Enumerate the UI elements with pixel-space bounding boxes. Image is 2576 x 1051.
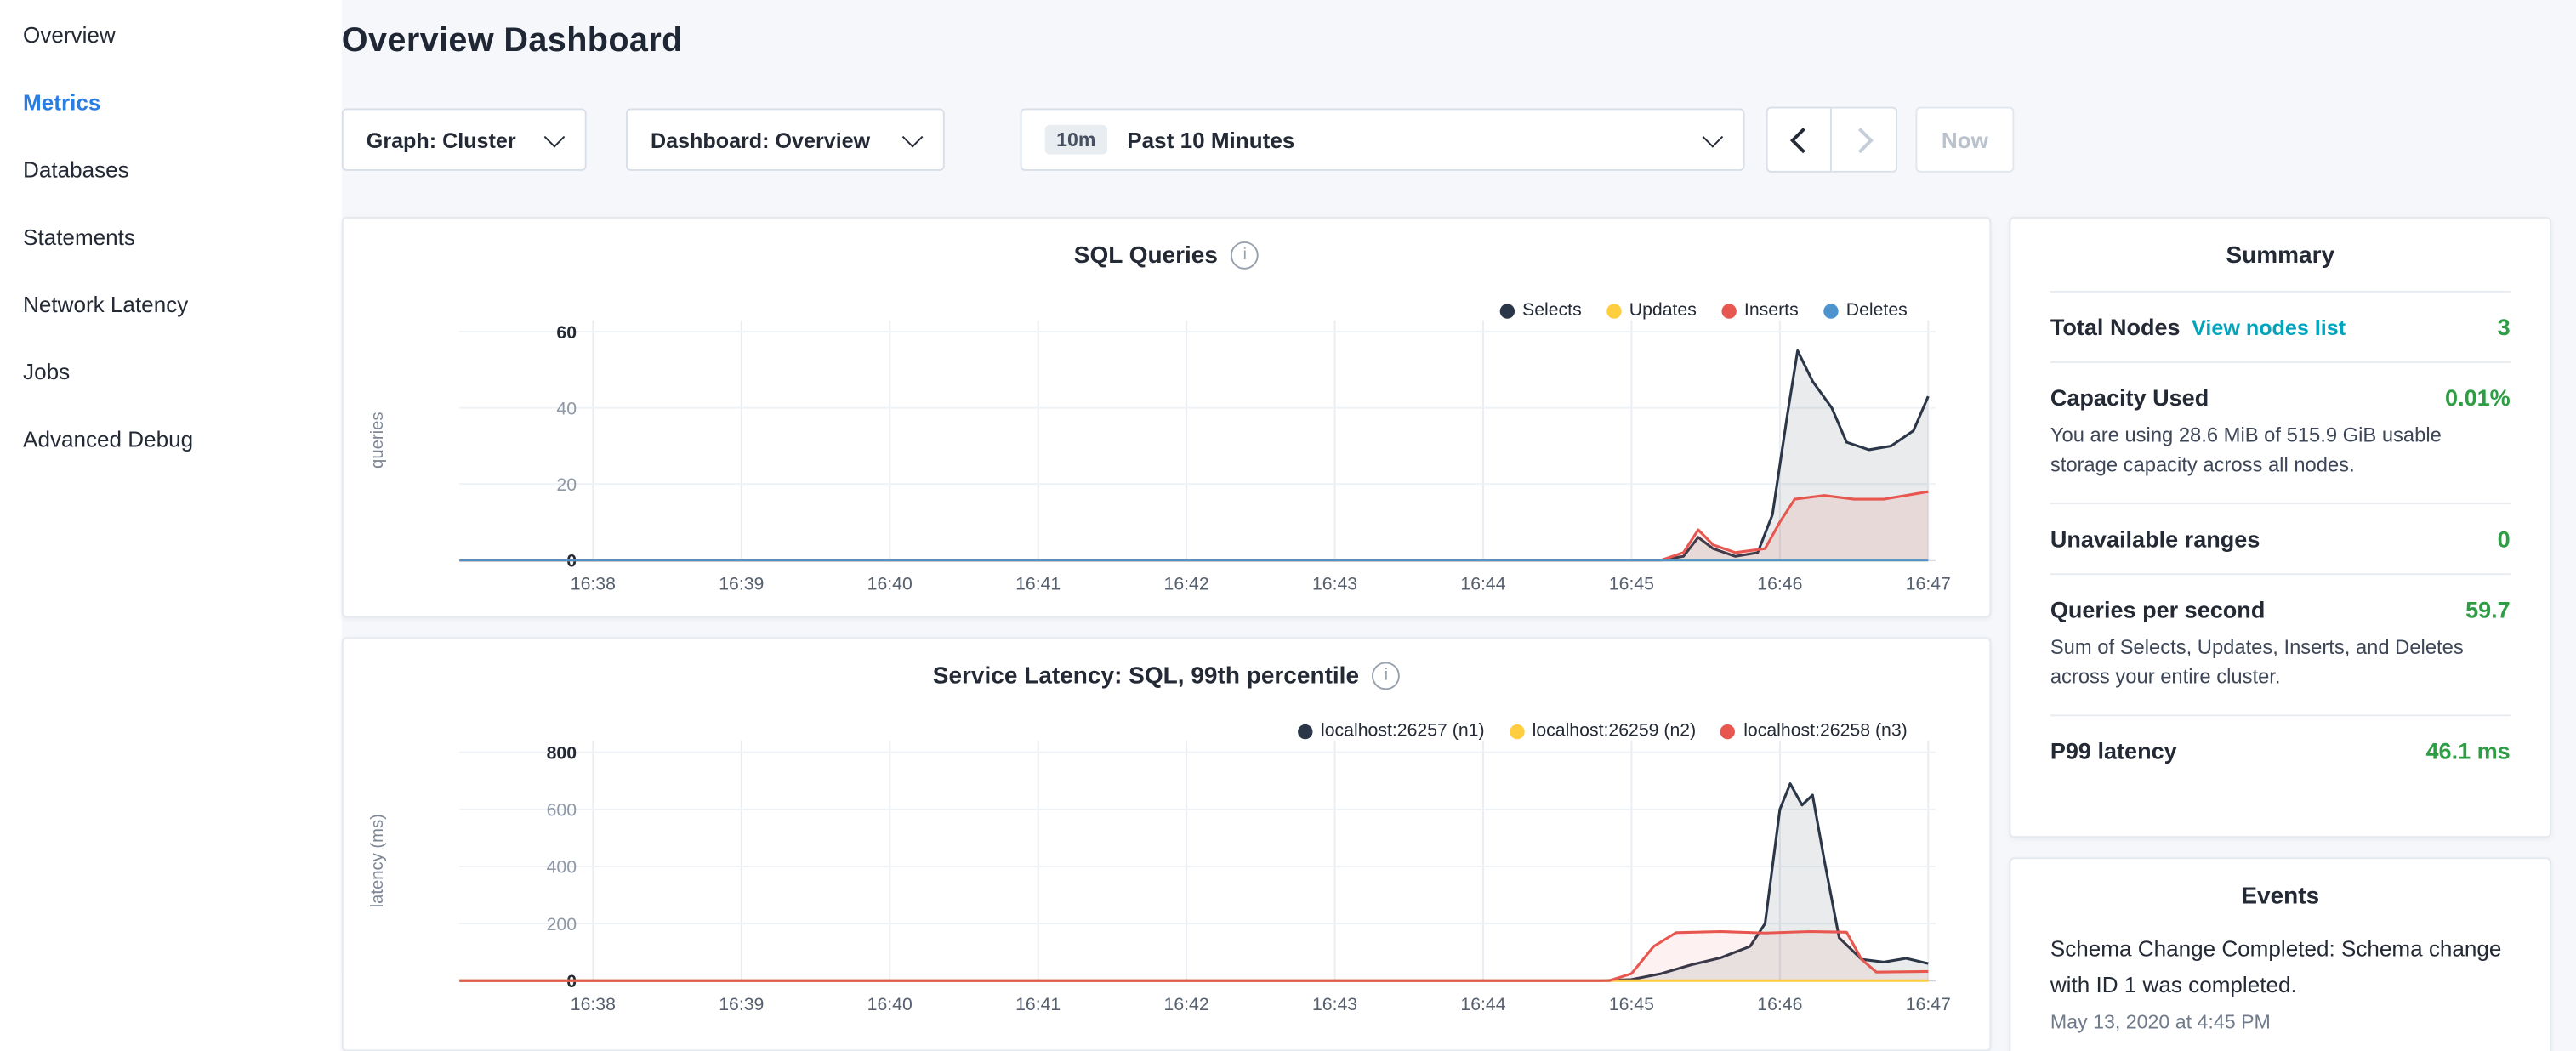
x-tick-label: 16:46 <box>1757 994 1802 1014</box>
y-tick-label: 200 <box>547 914 577 935</box>
x-tick-label: 16:45 <box>1609 994 1654 1014</box>
y-tick-label: 400 <box>547 857 577 878</box>
time-range-picker[interactable]: 10m Past 10 Minutes <box>1021 108 1745 170</box>
chart-sql-queries: SQL Queries i SelectsUpdatesInsertsDelet… <box>342 217 1991 617</box>
dashboard-dropdown[interactable]: Dashboard: Overview <box>626 108 945 170</box>
y-tick-label: 600 <box>547 800 577 821</box>
summary-heading: Summary <box>2050 219 2511 291</box>
summary-description: Sum of Selects, Updates, Inserts, and De… <box>2050 632 2511 692</box>
sidebar-item-databases[interactable]: Databases <box>0 136 342 203</box>
view-nodes-list-link[interactable]: View nodes list <box>2192 315 2346 340</box>
x-tick-label: 16:44 <box>1460 574 1505 594</box>
y-axis-label: latency (ms) <box>368 814 387 907</box>
time-back-button[interactable] <box>1766 107 1832 173</box>
y-tick-label: 40 <box>556 398 577 418</box>
x-tick-label: 16:39 <box>719 994 764 1014</box>
series-area <box>459 932 1928 981</box>
page-title: Overview Dashboard <box>342 21 683 60</box>
sidebar-item-advanced-debug[interactable]: Advanced Debug <box>0 406 342 473</box>
summary-row-unavailable-ranges: Unavailable ranges 0 <box>2050 503 2511 573</box>
sidebar-item-overview[interactable]: Overview <box>0 2 342 69</box>
sidebar-item-statements[interactable]: Statements <box>0 204 342 271</box>
sidebar-item-jobs[interactable]: Jobs <box>0 338 342 406</box>
x-tick-label: 16:38 <box>571 574 616 594</box>
y-tick-label: 800 <box>547 742 577 763</box>
summary-label: Total Nodes View nodes list <box>2050 314 2498 340</box>
chart-plot: 16:38 16:39 16:40 16:41 16:42 16:43 16:44 16:45… <box>344 219 1993 619</box>
chevron-right-icon <box>1848 127 1874 152</box>
x-tick-label: 16:42 <box>1164 994 1209 1014</box>
series-area <box>459 350 1928 560</box>
sidebar-item-metrics[interactable]: Metrics <box>0 69 342 136</box>
sidebar-item-network-latency[interactable]: Network Latency <box>0 271 342 338</box>
summary-label: Queries per second <box>2050 596 2465 622</box>
now-button[interactable]: Now <box>1915 107 2014 173</box>
summary-row-queries-per-second: Queries per second 59.7 Sum of Selects, … <box>2050 573 2511 714</box>
chevron-down-icon <box>1703 126 1724 147</box>
y-tick-label: 60 <box>556 322 577 343</box>
x-tick-label: 16:40 <box>867 574 913 594</box>
x-tick-label: 16:38 <box>571 994 616 1014</box>
x-tick-label: 16:45 <box>1609 574 1654 594</box>
event-text: Schema Change Completed: Schema change w… <box>2050 931 2511 1002</box>
summary-label-text: Total Nodes <box>2050 314 2181 340</box>
event-item[interactable]: Schema Change Completed: Schema change w… <box>2050 931 2511 1033</box>
x-tick-label: 16:47 <box>1906 574 1951 594</box>
graph-dropdown-label: Graph: Cluster <box>367 128 516 152</box>
chevron-down-icon <box>544 126 566 147</box>
chevron-left-icon <box>1789 127 1815 152</box>
x-tick-label: 16:42 <box>1164 574 1209 594</box>
summary-value: 46.1 ms <box>2425 737 2510 764</box>
summary-label: P99 latency <box>2050 737 2426 764</box>
right-column: Summary Total Nodes View nodes list 3 Cap… <box>2010 217 2551 1051</box>
app-window: OverviewMetricsDatabasesStatementsNetwor… <box>0 0 2576 1051</box>
summary-panel: Summary Total Nodes View nodes list 3 Cap… <box>2010 217 2551 838</box>
summary-value: 0.01% <box>2445 384 2511 411</box>
charts-column: SQL Queries i SelectsUpdatesInsertsDelet… <box>342 217 1991 1051</box>
chevron-down-icon <box>902 126 924 147</box>
summary-value: 3 <box>2498 314 2511 340</box>
y-tick-label: 20 <box>556 474 577 495</box>
time-pager <box>1766 107 1898 173</box>
chart-service-latency: Service Latency: SQL, 99th percentile i … <box>342 638 1991 1051</box>
graph-dropdown[interactable]: Graph: Cluster <box>342 108 587 170</box>
series-line <box>459 350 1928 560</box>
summary-row-p99-latency: P99 latency 46.1 ms <box>2050 714 2511 785</box>
summary-row-capacity-used: Capacity Used 0.01% You are using 28.6 M… <box>2050 361 2511 503</box>
x-tick-label: 16:47 <box>1906 994 1951 1014</box>
x-tick-label: 16:46 <box>1757 574 1802 594</box>
summary-value: 59.7 <box>2465 596 2511 622</box>
event-timestamp: May 13, 2020 at 4:45 PM <box>2050 1010 2511 1033</box>
events-heading: Events <box>2050 859 2511 931</box>
summary-value: 0 <box>2498 526 2511 552</box>
x-tick-label: 16:43 <box>1312 574 1357 594</box>
dashboard-dropdown-label: Dashboard: Overview <box>651 128 870 152</box>
summary-label: Capacity Used <box>2050 384 2445 411</box>
x-tick-label: 16:39 <box>719 574 764 594</box>
chart-plot: 16:38 16:39 16:40 16:41 16:42 16:43 16:44 16:45… <box>344 639 1993 1039</box>
time-forward-button[interactable] <box>1832 107 1897 173</box>
toolbar: Graph: Cluster Dashboard: Overview 10m P… <box>342 107 2576 173</box>
summary-description: You are using 28.6 MiB of 515.9 GiB usab… <box>2050 421 2511 481</box>
x-tick-label: 16:43 <box>1312 994 1357 1014</box>
x-tick-label: 16:41 <box>1015 994 1061 1014</box>
summary-row-total-nodes: Total Nodes View nodes list 3 <box>2050 291 2511 361</box>
events-panel: Events Schema Change Completed: Schema c… <box>2010 857 2551 1051</box>
x-tick-label: 16:41 <box>1015 574 1061 594</box>
y-axis-label: queries <box>368 412 387 468</box>
sidebar-nav: OverviewMetricsDatabasesStatementsNetwor… <box>0 0 342 1051</box>
x-tick-label: 16:44 <box>1460 994 1505 1014</box>
main-content: Overview Dashboard Graph: Cluster Dashbo… <box>342 0 2576 1051</box>
time-range-label: Past 10 Minutes <box>1127 128 1294 152</box>
series-area <box>459 491 1928 560</box>
summary-label: Unavailable ranges <box>2050 526 2498 552</box>
x-tick-label: 16:40 <box>867 994 913 1014</box>
time-range-badge: 10m <box>1045 125 1107 155</box>
